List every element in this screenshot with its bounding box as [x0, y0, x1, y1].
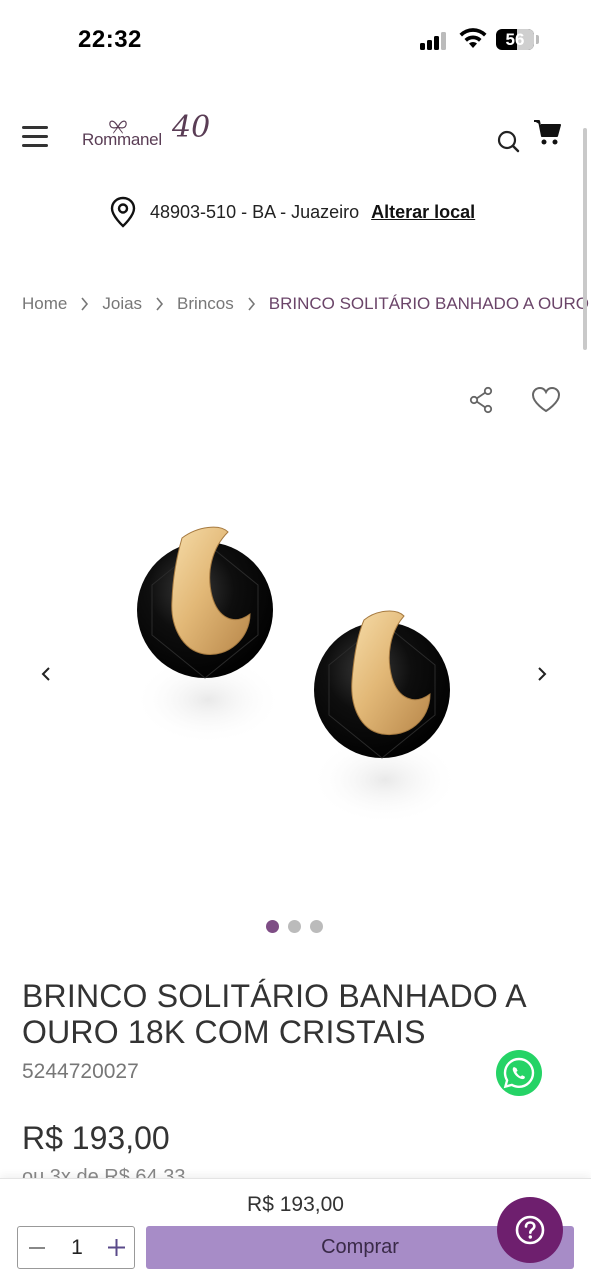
logo-text: Rommanel: [82, 130, 162, 149]
location-text: 48903-510 - BA - Juazeiro: [150, 201, 360, 222]
help-icon: [515, 1215, 545, 1245]
help-button[interactable]: [497, 1197, 563, 1263]
logo-anniversary: 40: [172, 110, 211, 145]
location-pin-icon: [110, 196, 136, 228]
gallery-dots: [266, 920, 323, 933]
menu-button[interactable]: [22, 124, 50, 150]
breadcrumb-home[interactable]: Home: [22, 294, 67, 314]
product-price: R$ 193,00: [22, 1120, 170, 1156]
product-gallery: [0, 440, 591, 910]
product-image: [133, 526, 460, 825]
gallery-dot-3[interactable]: [310, 920, 323, 933]
breadcrumb: Home Joias Brincos BRINCO SOLITÁRIO BANH…: [22, 294, 589, 314]
gallery-dot-1[interactable]: [266, 920, 279, 933]
breadcrumb-current: BRINCO SOLITÁRIO BANHADO A OURO: [268, 294, 589, 313]
chevron-right-icon: [156, 297, 164, 311]
chevron-right-icon: [248, 297, 255, 311]
logo[interactable]: Rommanel 40: [80, 108, 210, 154]
quantity-value[interactable]: 1: [60, 1236, 94, 1260]
breadcrumb-brincos[interactable]: Brincos: [177, 294, 234, 314]
cellular-signal-icon: [420, 30, 450, 50]
product-sku: 5244720027: [22, 1060, 139, 1083]
battery-icon: 56: [496, 29, 534, 50]
share-icon[interactable]: [468, 386, 494, 414]
breadcrumb-joias[interactable]: Joias: [102, 294, 142, 314]
battery-level: 56: [505, 30, 525, 49]
product-title: BRINCO SOLITÁRIO BANHADO A OURO 18K COM …: [22, 978, 526, 1050]
minus-icon[interactable]: [28, 1239, 46, 1257]
page-scrollbar[interactable]: [583, 128, 587, 350]
cart-icon[interactable]: [533, 118, 563, 146]
gallery-dot-2[interactable]: [288, 920, 301, 933]
location-row: 48903-510 - BA - Juazeiro Alterar local: [110, 196, 475, 228]
chevron-left-icon[interactable]: [36, 662, 56, 686]
status-bar: 22:32 56: [0, 0, 591, 80]
heart-icon[interactable]: [531, 386, 561, 414]
change-location-link[interactable]: Alterar local: [371, 202, 475, 223]
chevron-right-icon[interactable]: [532, 662, 552, 686]
quantity-stepper: 1: [17, 1226, 135, 1269]
search-icon[interactable]: [496, 128, 522, 154]
wifi-icon: [459, 28, 487, 48]
status-time: 22:32: [78, 26, 142, 53]
plus-icon[interactable]: [107, 1238, 126, 1257]
whatsapp-button[interactable]: [496, 1050, 542, 1096]
whatsapp-icon: [503, 1057, 535, 1089]
chevron-right-icon: [81, 297, 89, 311]
battery-tip: [536, 35, 539, 44]
